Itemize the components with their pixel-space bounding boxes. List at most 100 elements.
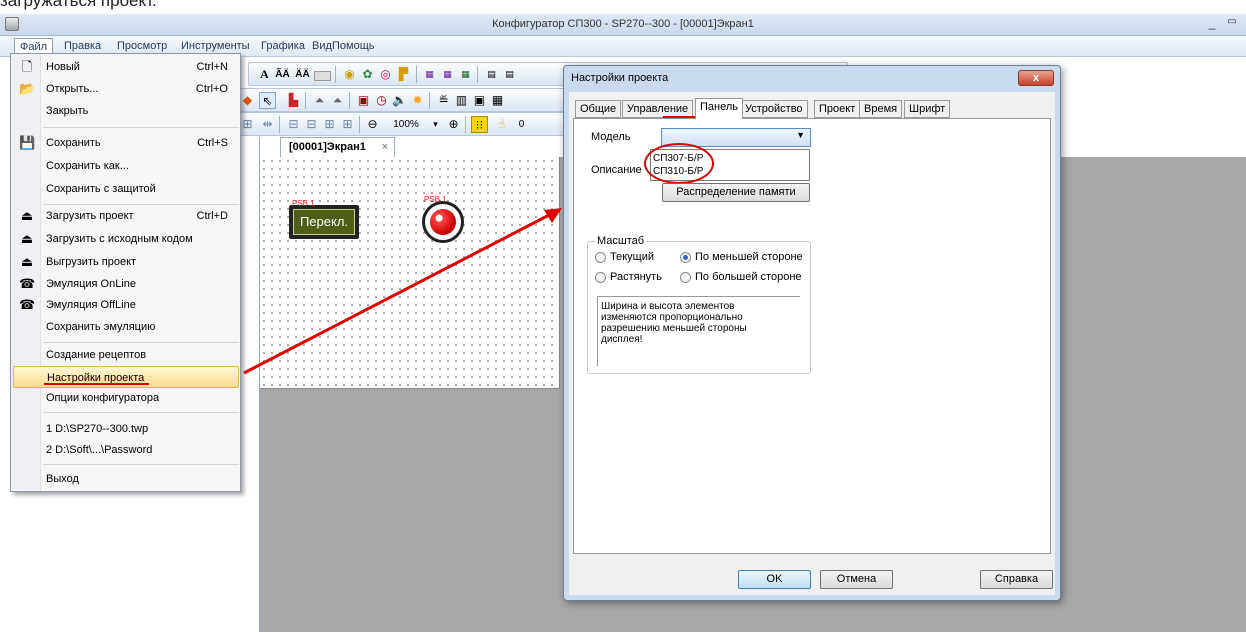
radio-stretch[interactable] [595, 272, 606, 283]
tab-font[interactable]: Шрифт [904, 100, 951, 118]
menu-item-save-as[interactable]: Сохранить как... [11, 155, 240, 177]
menu-item-exit[interactable]: Выход [11, 468, 240, 490]
menu-item-label: 1 D:\SP270--300.twp [46, 423, 149, 435]
switch-widget[interactable]: Перекл. [289, 205, 359, 239]
clock-tool-icon[interactable]: ◷ [373, 92, 390, 109]
menu-graphics[interactable]: Графика [256, 38, 310, 55]
grid-toggle-icon[interactable]: ⁝⁝ [471, 116, 488, 133]
menu-item-label: 2 D:\Soft\...\Password [46, 444, 153, 456]
align-icon[interactable]: ⊞ [239, 116, 256, 133]
menu-separator [43, 342, 239, 343]
minimize-button[interactable]: _ [1204, 16, 1220, 32]
dialog-close-button[interactable]: x [1018, 70, 1054, 86]
value-field[interactable]: 0 [513, 116, 530, 133]
tab-panel[interactable]: Панель [695, 98, 744, 119]
switch-label: Перекл. [293, 209, 355, 235]
menu-item-close[interactable]: Закрыть [11, 100, 240, 122]
menu-item-download-project[interactable]: ⏏ Загрузить проект Ctrl+D [11, 205, 240, 227]
lamp-tool-icon[interactable]: ◎ [377, 66, 394, 83]
radio-larger-side[interactable] [680, 272, 691, 283]
menu-item-recent-2[interactable]: 2 D:\Soft\...\Password [11, 439, 240, 461]
radio-current[interactable] [595, 252, 606, 263]
radio-smaller-side[interactable] [680, 252, 691, 263]
menu-item-save[interactable]: 💾 Сохранить Ctrl+S [11, 132, 240, 154]
tab-device[interactable]: Устройство [740, 100, 808, 118]
menu-item-shortcut: Ctrl+D [196, 210, 228, 222]
toolbar-separator [305, 92, 306, 109]
menu-help[interactable]: Помощь [327, 38, 380, 55]
shape-tool-2-icon[interactable]: ⏶ [329, 92, 346, 109]
toolbar-separator [416, 66, 417, 83]
text-tool-2-icon[interactable]: ÃÄ [274, 66, 291, 83]
color-tool-icon[interactable]: ◆ [239, 92, 256, 109]
menu-separator [43, 464, 239, 465]
ascii-display-icon[interactable]: ▦ [457, 66, 474, 83]
menu-item-upload-project[interactable]: ⏏ Выгрузить проект [11, 251, 240, 273]
text-tool-icon[interactable]: A [256, 66, 273, 83]
screen-tool-icon[interactable]: ▙ [285, 92, 302, 109]
align-4-icon[interactable]: ⊞ [321, 116, 338, 133]
toolbar-separator [279, 116, 280, 133]
menu-item-open[interactable]: 📂 Открыть... Ctrl+O [11, 78, 240, 100]
menu-separator [43, 127, 239, 128]
menu-item-label: Сохранить как... [46, 160, 129, 172]
alarm-tool-icon[interactable]: ▣ [355, 92, 372, 109]
toolbar-separator [477, 66, 478, 83]
menu-item-new[interactable]: 🗋 Новый Ctrl+N [11, 56, 240, 78]
bulb-tool-icon[interactable]: ◉ [341, 66, 358, 83]
tab-time[interactable]: Время [859, 100, 903, 118]
cancel-button[interactable]: Отмена [820, 570, 893, 589]
menu-item-recipes[interactable]: Создание рецептов [11, 344, 240, 366]
align-5-icon[interactable]: ⊞ [339, 116, 356, 133]
image-tool-icon[interactable]: ▣ [471, 92, 488, 109]
lamp-widget[interactable] [422, 201, 464, 243]
align-3-icon[interactable]: ⊟ [303, 116, 320, 133]
number-display-icon[interactable]: ▦ [421, 66, 438, 83]
menu-item-label: Выгрузить проект [46, 256, 137, 268]
zoom-in-icon[interactable]: ⊕ [445, 116, 462, 133]
sound-tool-icon[interactable]: 🔈 [391, 92, 408, 109]
tab-project[interactable]: Проект [814, 100, 861, 118]
menu-item-label: Загрузить проект [46, 210, 134, 222]
menu-item-label: Загрузить с исходным кодом [46, 233, 193, 245]
tab-close-icon[interactable]: × [382, 141, 388, 153]
zoom-select[interactable]: 100% [384, 116, 428, 133]
menu-item-emulation-offline[interactable]: ☎ Эмуляция OffLine [11, 294, 240, 316]
menu-item-label: Закрыть [46, 105, 89, 117]
numeric-icon[interactable]: ▤ [483, 66, 500, 83]
tab-general[interactable]: Общие [575, 100, 622, 118]
menu-item-configurator-options[interactable]: Опции конфигуратора [11, 387, 240, 409]
distribute-icon[interactable]: ⇹ [259, 116, 276, 133]
input-field-tool-icon[interactable] [314, 71, 331, 81]
title-bar: Конфигуратор СП300 - SP270--300 - [00001… [0, 14, 1246, 36]
screen-canvas[interactable] [260, 157, 560, 389]
text-tool-3-icon[interactable]: ÄÄ [294, 66, 311, 83]
light-tool-icon[interactable]: ✹ [409, 92, 426, 109]
table-tool-icon[interactable]: ▥ [453, 92, 470, 109]
gear-tool-icon[interactable]: ✿ [359, 66, 376, 83]
shape-tool-icon[interactable]: ⏶ [311, 92, 328, 109]
align-2-icon[interactable]: ⊟ [285, 116, 302, 133]
save-icon: 💾 [19, 135, 36, 150]
menu-item-emulation-online[interactable]: ☎ Эмуляция OnLine [11, 273, 240, 295]
restore-button[interactable]: ▭ [1224, 16, 1240, 32]
menu-item-recent-1[interactable]: 1 D:\SP270--300.twp [11, 418, 240, 440]
zoom-out-icon[interactable]: ⊖ [364, 116, 381, 133]
ok-button[interactable]: OK [738, 570, 811, 589]
pointer-icon[interactable]: ⇖ [259, 92, 276, 109]
flag-tool-icon[interactable]: ▛ [395, 66, 412, 83]
menu-item-download-source[interactable]: ⏏ Загрузить с исходным кодом [11, 228, 240, 250]
menu-item-save-protected[interactable]: Сохранить с защитой [11, 178, 240, 200]
grid-tool-icon[interactable]: ▦ [489, 92, 506, 109]
alpha-icon[interactable]: ▤ [501, 66, 518, 83]
toolbar-separator [465, 116, 466, 133]
zoom-dropdown-icon[interactable]: ▾ [427, 116, 444, 133]
memory-allocation-button[interactable]: Распределение памяти [662, 183, 810, 202]
help-button[interactable]: Справка [980, 570, 1053, 589]
menu-item-label: Открыть... [46, 83, 99, 95]
menu-item-save-emulation[interactable]: Сохранить эмуляцию [11, 316, 240, 338]
hand-icon[interactable]: ☝ [493, 116, 510, 133]
number-input-icon[interactable]: ▦ [439, 66, 456, 83]
tab-screen1[interactable]: [00001]Экран1 × [280, 137, 395, 157]
chart-tool-icon[interactable]: ≝ [435, 92, 452, 109]
